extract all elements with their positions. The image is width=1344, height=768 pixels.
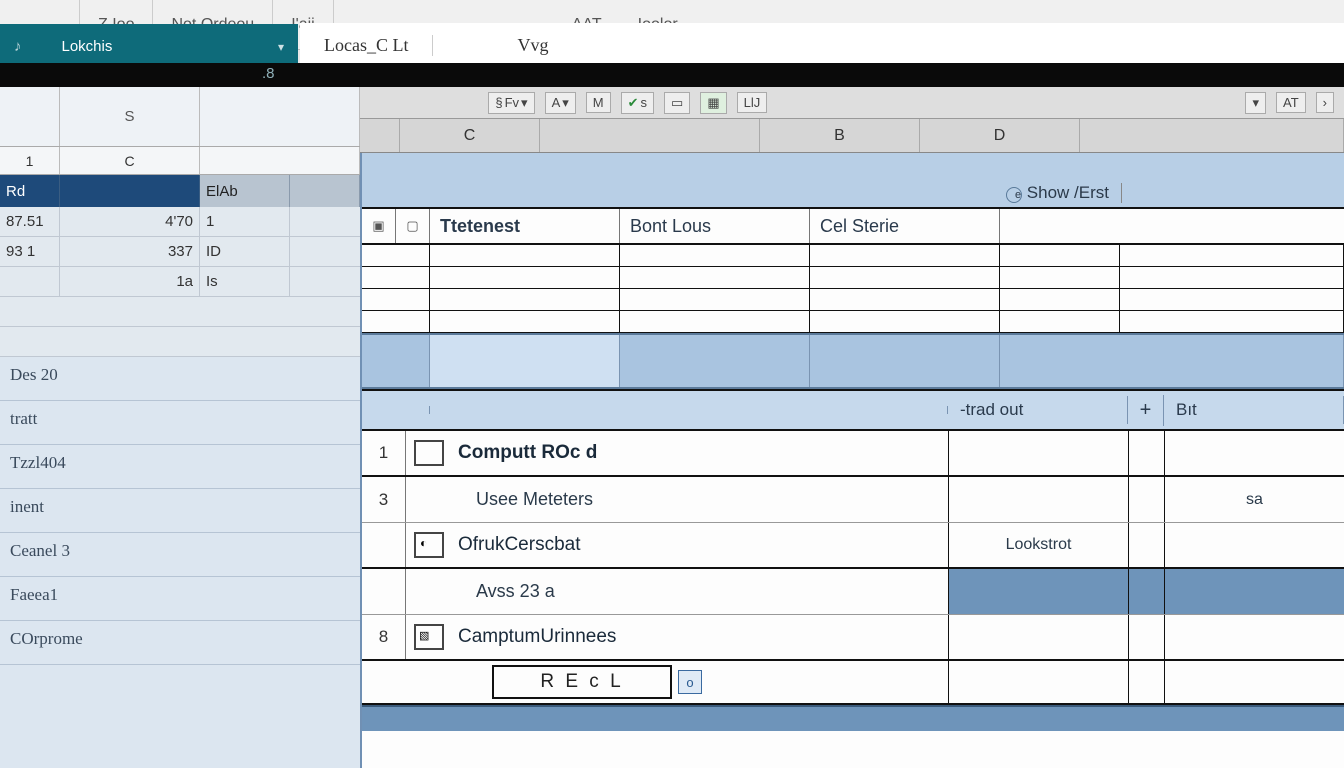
- colhead-b[interactable]: B: [760, 119, 920, 152]
- bg-sheet-header: S: [0, 87, 360, 147]
- toolbar-a[interactable]: A ▾: [545, 92, 576, 114]
- task-row[interactable]: ◐ OfrukCerscbat Lookstrot: [362, 523, 1344, 569]
- row-label: Computt ROc d: [452, 442, 603, 464]
- bg-row[interactable]: 1a Is: [0, 267, 360, 297]
- row-label: OfrukCerscbat: [452, 534, 586, 556]
- cell-lookstrot: Lookstrot: [948, 523, 1128, 567]
- panel-show-toggle[interactable]: Show /Erst: [1027, 183, 1109, 202]
- list-item[interactable]: COrprome: [0, 621, 360, 665]
- list-item[interactable]: tratt: [0, 401, 360, 445]
- chevron-down-icon: ▾: [278, 40, 284, 54]
- recl-row: R E c L o: [362, 661, 1344, 705]
- toolbar-ll[interactable]: LlJ: [737, 92, 768, 113]
- colhead-d[interactable]: D: [920, 119, 1080, 152]
- bg-sheet-header2: 1 C: [0, 147, 360, 175]
- formula-strip: .8: [0, 63, 1344, 87]
- selected-cell[interactable]: [430, 335, 620, 387]
- recl-button[interactable]: R E c L: [492, 665, 672, 699]
- bg-th-2[interactable]: ElAb: [200, 175, 290, 207]
- toolbar-dropdown[interactable]: ▾: [1245, 92, 1266, 114]
- task-row[interactable]: 1 Computt ROc d: [362, 431, 1344, 477]
- col-tradout[interactable]: -trad out: [948, 396, 1128, 424]
- row-label: CamptumUrinnees: [452, 626, 622, 648]
- list-item[interactable]: inent: [0, 489, 360, 533]
- row-label: Usee Meteters: [476, 489, 593, 510]
- toolbar: ‹ § Fv ▾ A ▾ M ✔s ▭ ▦ LlJ ▾ AT ›: [300, 87, 1344, 119]
- section1-headrow: ▣ ▢ Ttetenest Bont Lous Cel Sterie: [362, 209, 1344, 245]
- background-sheet: S 1 C Rd ElAb 87.51 4'70 1 93 1 337 ID 1…: [0, 87, 360, 768]
- add-column-button[interactable]: +: [1128, 395, 1164, 426]
- bg-col-c[interactable]: C: [60, 147, 200, 174]
- panel-header: e Show /Erst: [362, 153, 1344, 209]
- colhead-c[interactable]: C: [400, 119, 540, 152]
- task-row[interactable]: 3 Usee Meteters sa: [362, 477, 1344, 523]
- list-item[interactable]: Faeea1: [0, 577, 360, 621]
- toolbar-fv[interactable]: § Fv ▾: [488, 92, 534, 114]
- bg-table-header: Rd ElAb: [0, 175, 360, 207]
- list-item[interactable]: Des 20: [0, 357, 360, 401]
- expand-icon[interactable]: ▣: [362, 209, 396, 243]
- toolbar-at[interactable]: AT: [1276, 92, 1306, 113]
- checkbox-icon[interactable]: ◐: [414, 532, 444, 558]
- cell-sa: sa: [1164, 477, 1344, 522]
- row-number: 1: [362, 431, 406, 475]
- checkbox-icon[interactable]: [414, 440, 444, 466]
- row-label: Avss 23 a: [476, 581, 555, 602]
- tab-label: Lokchis: [62, 38, 113, 55]
- bottom-band: [362, 705, 1344, 731]
- menu-vvg[interactable]: Vvg: [493, 35, 572, 56]
- task-row[interactable]: 8 ▧ CamptumUrinnees: [362, 615, 1344, 661]
- bg-table-body: 87.51 4'70 1 93 1 337 ID 1a Is: [0, 207, 360, 357]
- menu-locas[interactable]: Locas_C Lt: [300, 35, 433, 56]
- list-item[interactable]: Tzzl404: [0, 445, 360, 489]
- chip-icon: e: [1006, 187, 1022, 203]
- bg-row[interactable]: 87.51 4'70 1: [0, 207, 360, 237]
- colhead-blank2[interactable]: [540, 119, 760, 152]
- tab-icon: ♪: [14, 38, 22, 55]
- bg-corner[interactable]: [0, 87, 60, 146]
- row-number: 3: [362, 477, 406, 522]
- toolbar-s[interactable]: ✔s: [621, 92, 654, 114]
- bg-lower-list: Des 20 tratt Tzzl404 inent Ceanel 3 Faee…: [0, 357, 360, 768]
- column-headers-upper: C B D: [300, 119, 1344, 153]
- colhead-tail[interactable]: [1080, 119, 1344, 152]
- task-row[interactable]: Avss 23 a: [362, 569, 1344, 615]
- mid-separator: [362, 333, 1344, 389]
- section1-grid[interactable]: [362, 245, 1344, 333]
- col-celsterie[interactable]: Cel Sterie: [810, 209, 1000, 243]
- row-number: 8: [362, 615, 406, 659]
- recl-tag[interactable]: o: [678, 670, 702, 694]
- bg-col-s[interactable]: S: [60, 87, 200, 146]
- checkbox-icon[interactable]: ▧: [414, 624, 444, 650]
- toolbar-btn-1[interactable]: ▭: [664, 92, 690, 114]
- bg-th-1[interactable]: Rd: [0, 175, 60, 207]
- bg-row-1[interactable]: 1: [0, 147, 60, 174]
- bg-row[interactable]: 93 1 337 ID: [0, 237, 360, 267]
- toolbar-more[interactable]: ›: [1316, 92, 1334, 113]
- col-bontlous[interactable]: Bont Lous: [620, 209, 810, 243]
- list-item[interactable]: Ceanel 3: [0, 533, 360, 577]
- section2-header: -trad out + Bıt: [362, 391, 1344, 431]
- section-2: -trad out + Bıt 1 Computt ROc d 3 Usee M…: [362, 389, 1344, 731]
- col-ttetenest[interactable]: Ttetenest: [430, 209, 620, 243]
- formula-value: .8: [262, 65, 275, 82]
- col-but[interactable]: Bıt: [1164, 396, 1344, 424]
- toolbar-btn-2[interactable]: ▦: [700, 92, 726, 114]
- section-1: ▣ ▢ Ttetenest Bont Lous Cel Sterie: [362, 209, 1344, 333]
- main-overlay-sheet: e Show /Erst ▣ ▢ Ttetenest Bont Lous Cel…: [360, 153, 1344, 768]
- toolbar-m[interactable]: M: [586, 92, 611, 113]
- expand-icon-2[interactable]: ▢: [396, 209, 430, 243]
